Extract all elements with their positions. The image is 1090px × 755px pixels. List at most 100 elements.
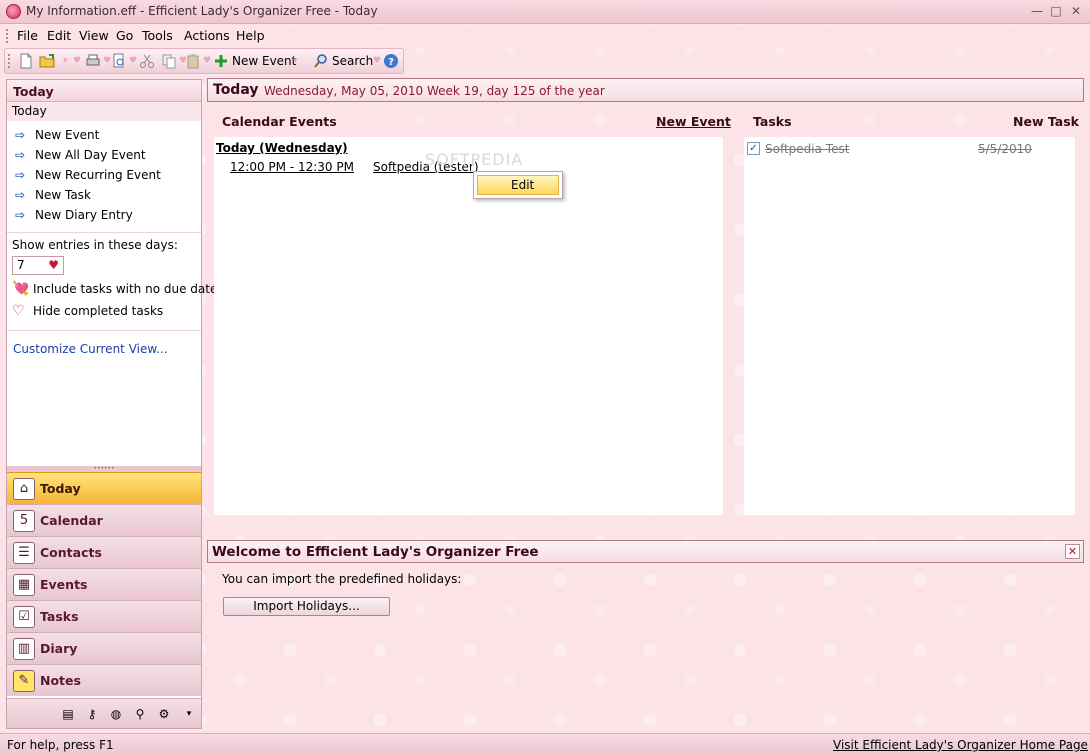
notes-icon: ✎ [13,670,35,692]
maximize-button[interactable]: □ [1047,3,1065,19]
close-button[interactable]: ✕ [1067,3,1085,19]
configure-buttons-icon[interactable]: ▾ [181,706,197,722]
import-holidays-button[interactable]: Import Holidays... [223,597,390,616]
welcome-text: You can import the predefined holidays: [222,572,462,586]
arrow-right-icon: ⇨ [15,168,26,182]
home-icon: ⌂ [13,478,35,500]
separator-heart-icon: ♥ [73,56,82,66]
nav-calendar[interactable]: 5 Calendar [7,504,201,536]
arrow-right-icon: ⇨ [15,208,26,222]
arrow-right-icon: ⇨ [15,128,26,142]
task-new-event[interactable]: ⇨ New Event [15,128,99,146]
menu-file[interactable]: File [17,28,38,43]
divider [7,330,201,331]
menu-bar: File Edit View Go Tools Actions Help [0,25,1090,47]
nav-diary[interactable]: ▥ Diary [7,632,201,664]
arrow-right-icon: ⇨ [15,148,26,162]
task-new-diary-entry[interactable]: ⇨ New Diary Entry [15,208,133,226]
tools-icon[interactable]: ⚙ [156,706,172,722]
tasks-panel: ✓ Softpedia Test 5/5/2010 [744,137,1075,515]
left-pane-subheader: Today [7,102,201,121]
minimize-button[interactable]: — [1028,3,1046,19]
search-mini-icon[interactable]: ⚲ [132,706,148,722]
nav-events[interactable]: ▦ Events [7,568,201,600]
toolbar-grip [8,54,11,68]
divider [7,232,201,233]
menu-edit[interactable]: Edit [47,28,71,43]
welcome-header: Welcome to Efficient Lady's Organizer Fr… [207,540,1084,563]
nav-notes[interactable]: ✎ Notes [7,664,201,696]
menu-go[interactable]: Go [116,28,133,43]
welcome-close-button[interactable]: ✕ [1065,544,1080,559]
task-new-recurring-event[interactable]: ⇨ New Recurring Event [15,168,161,186]
nav-tasks[interactable]: ☑ Tasks [7,600,201,632]
watermark: SOFTPEDIA [425,150,524,169]
include-tasks-option[interactable]: 💘 Include tasks with no due date [12,281,217,299]
print-icon[interactable] [85,53,101,69]
new-task-link[interactable]: New Task [1013,114,1079,136]
toolbar: ▾ ♥ ♥ ♥ ♥ ♥ New Event ▾ Search ♥ ? [4,48,404,74]
days-select[interactable]: 7 ♥ [12,256,64,275]
new-event-dropdown-icon[interactable]: ▾ [293,56,298,66]
print-preview-icon[interactable] [111,53,127,69]
separator-heart-icon: ♥ [129,56,138,66]
home-page-link[interactable]: Visit Efficient Lady's Organizer Home Pa… [833,738,1088,752]
search-button[interactable]: Search [332,54,373,68]
new-event-link[interactable]: New Event [656,114,731,136]
notes-mini-icon[interactable]: ▤ [60,706,76,722]
search-icon[interactable] [313,53,329,69]
menu-help[interactable]: Help [236,28,265,43]
heart-dropdown-icon[interactable]: ♥ [48,258,59,272]
today-header: Today Wednesday, May 05, 2010 Week 19, d… [207,78,1084,102]
events-icon: ▦ [13,574,35,596]
arrow-right-icon: ⇨ [15,188,26,202]
task-name[interactable]: Softpedia Test [765,142,849,156]
context-menu: Edit [473,171,563,199]
left-pane: Today Today ⇨ New Event ⇨ New All Day Even… [6,79,217,729]
globe-icon[interactable]: ◍ [108,706,124,722]
menu-grip [6,29,9,43]
nav-contacts[interactable]: ☰ Contacts [7,536,201,568]
tasks-title: Tasks [753,114,792,129]
customize-view-link[interactable]: Customize Current View... [13,342,168,356]
app-logo-icon[interactable] [6,4,21,19]
menu-view[interactable]: View [79,28,109,43]
new-event-button[interactable]: New Event [232,54,296,68]
day-heading[interactable]: Today (Wednesday) [216,141,348,155]
show-entries-label: Show entries in these days: [12,238,178,252]
menu-tools[interactable]: Tools [142,28,173,43]
key-icon[interactable]: ⚷ [84,706,100,722]
context-menu-edit[interactable]: Edit [477,175,559,195]
svg-text:?: ? [388,57,394,68]
paste-icon[interactable] [185,53,201,69]
add-plus-icon[interactable] [213,53,229,69]
menu-actions[interactable]: Actions [184,28,230,43]
welcome-title: Welcome to Efficient Lady's Organizer Fr… [212,544,539,560]
arrow-heart-icon[interactable]: 💘 [12,281,30,297]
status-text: For help, press F1 [7,738,114,752]
separator-heart-icon: ♥ [203,56,212,66]
hide-completed-option[interactable]: ♡ Hide completed tasks [12,303,163,321]
nav-footer: ▤ ⚷ ◍ ⚲ ⚙ ▾ [7,698,201,728]
heart-outline-icon[interactable]: ♡ [12,303,30,319]
nav-today[interactable]: ⌂ Today [7,472,201,504]
separator-heart-icon: ♥ [103,56,112,66]
open-folder-icon[interactable] [39,53,55,69]
left-pane-header: Today [7,80,201,102]
copy-icon[interactable] [161,53,177,69]
calendar-events-title: Calendar Events [222,114,337,129]
date-info: Wednesday, May 05, 2010 Week 19, day 125… [264,84,605,98]
title-bar: My Information.eff - Efficient Lady's Or… [0,0,1090,24]
page-title: Today [213,82,259,98]
event-time[interactable]: 12:00 PM - 12:30 PM [230,160,354,174]
contacts-icon: ☰ [13,542,35,564]
dropdown-arrow-icon[interactable]: ▾ [63,56,68,66]
status-bar: For help, press F1 Visit Efficient Lady'… [0,733,1090,755]
task-new-task[interactable]: ⇨ New Task [15,188,91,206]
window-title: My Information.eff - Efficient Lady's Or… [26,4,378,18]
task-checkbox[interactable]: ✓ [747,142,760,155]
cut-icon[interactable] [139,53,155,69]
help-icon[interactable]: ? [383,53,399,69]
new-file-icon[interactable] [18,53,34,69]
task-new-all-day-event[interactable]: ⇨ New All Day Event [15,148,146,166]
